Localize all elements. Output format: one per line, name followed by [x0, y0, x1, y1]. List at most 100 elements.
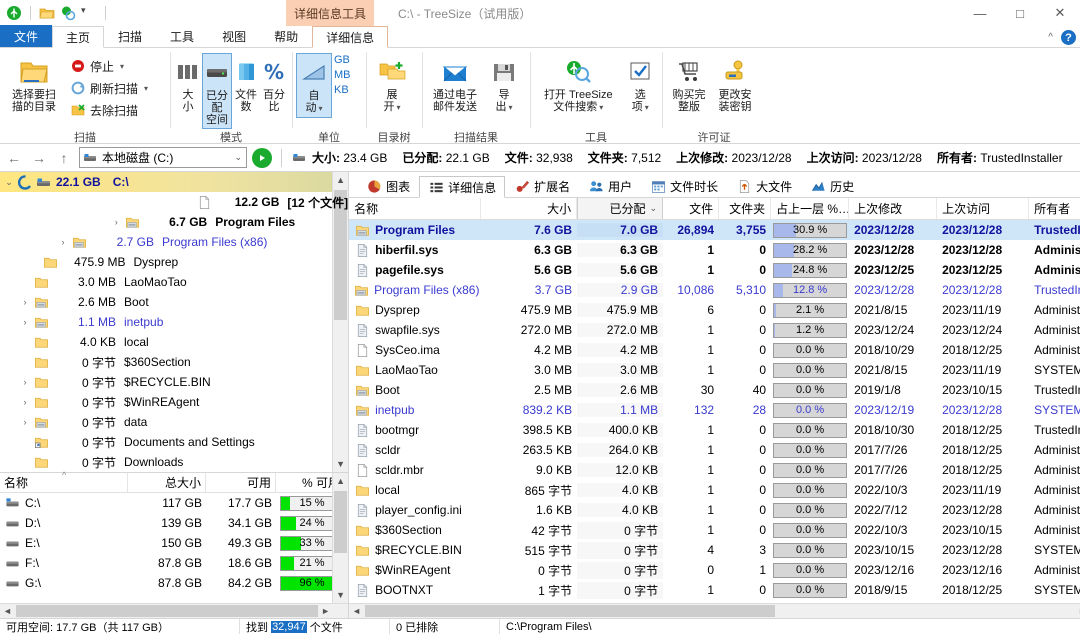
- view-tab-top-files[interactable]: 大文件: [727, 175, 801, 197]
- table-row[interactable]: Program Files 7.6 GB 7.0 GB 26,894 3,755…: [349, 220, 1080, 240]
- ribbon-tab-file[interactable]: 文件: [0, 25, 53, 47]
- grid-col-header[interactable]: 文件夹: [719, 198, 772, 219]
- ribbon-tab-scan[interactable]: 扫描: [104, 25, 156, 47]
- ribbon-tab-home[interactable]: 主页: [52, 26, 105, 48]
- drive-hscroll-thumb[interactable]: [16, 605, 319, 617]
- mode-allocated-space-button[interactable]: 已分配 空间: [202, 53, 232, 129]
- tree-row[interactable]: 0 字节 Downloads: [0, 452, 348, 472]
- collapse-ribbon-icon[interactable]: ^: [1048, 32, 1053, 43]
- table-row[interactable]: bootmgr 398.5 KB 400.0 KB 1 0 0.0 % 2018…: [349, 420, 1080, 440]
- table-row[interactable]: Boot 2.5 MB 2.6 MB 30 40 0.0 % 2019/1/8 …: [349, 380, 1080, 400]
- tree-expander[interactable]: ›: [56, 237, 70, 247]
- ribbon-tab-help[interactable]: 帮助: [260, 25, 312, 47]
- details-grid-body[interactable]: Program Files 7.6 GB 7.0 GB 26,894 3,755…: [349, 220, 1080, 603]
- chevron-down-icon-3[interactable]: ▾: [318, 104, 322, 113]
- stop-button[interactable]: 停止 ▾: [66, 55, 152, 77]
- path-combobox[interactable]: 本地磁盘 (C:) ⌄: [79, 147, 247, 168]
- tree-row[interactable]: 0 字节 $360Section: [0, 352, 348, 372]
- expand-tree-button[interactable]: 展 开 ▾: [370, 53, 414, 116]
- drive-scroll-up-arrow[interactable]: ▲: [333, 473, 348, 489]
- ribbon-tab-view[interactable]: 视图: [208, 25, 260, 47]
- drive-vertical-scrollbar[interactable]: ▲ ▼: [332, 473, 349, 603]
- start-scan-button[interactable]: [252, 147, 272, 168]
- grid-col-header[interactable]: 文件: [663, 198, 720, 219]
- tree-row[interactable]: › 0 字节 $RECYCLE.BIN: [0, 372, 348, 392]
- tree-row[interactable]: › 2.6 MB Boot: [0, 292, 348, 312]
- tree-row[interactable]: 4.0 KB local: [0, 332, 348, 352]
- table-row[interactable]: BOOTNXT 1 字节 0 字节 1 0 0.0 % 2018/9/15 20…: [349, 580, 1080, 600]
- table-row[interactable]: pagefile.sys 5.6 GB 5.6 GB 1 0 24.8 % 20…: [349, 260, 1080, 280]
- chevron-down-icon-path[interactable]: ⌄: [234, 152, 244, 163]
- drive-scroll-thumb[interactable]: [334, 491, 348, 553]
- chevron-down-icon-6[interactable]: ▾: [599, 103, 603, 112]
- tree-row[interactable]: › 0 字节 data: [0, 412, 348, 432]
- table-row[interactable]: $RECYCLE.BIN 515 字节 0 字节 4 3 0.0 % 2023/…: [349, 540, 1080, 560]
- view-tab-calendar[interactable]: 文件时长: [641, 175, 727, 197]
- grid-scroll-left-arrow[interactable]: ◄: [349, 606, 364, 616]
- drive-col-name[interactable]: 名称 ^: [0, 470, 128, 492]
- drive-row[interactable]: G:\ 87.8 GB 84.2 GB 96 %: [0, 573, 348, 593]
- unit-auto-button[interactable]: 自 动 ▾: [296, 53, 332, 118]
- view-tab-details[interactable]: 详细信息: [419, 176, 506, 198]
- customize-qat-icon[interactable]: ▾: [81, 5, 97, 21]
- minimize-button[interactable]: —: [960, 0, 1000, 26]
- grid-hscroll-thumb[interactable]: [365, 605, 776, 617]
- drive-row[interactable]: E:\ 150 GB 49.3 GB 33 %: [0, 533, 348, 553]
- forward-button[interactable]: →: [29, 148, 49, 168]
- open-file-search-button[interactable]: 打开 TreeSize 文件搜索 ▾: [534, 53, 623, 116]
- drive-row[interactable]: F:\ 87.8 GB 18.6 GB 21 %: [0, 553, 348, 573]
- table-row[interactable]: local 865 字节 4.0 KB 1 0 0.0 % 2022/10/3 …: [349, 480, 1080, 500]
- tree-root-expander[interactable]: ⌄: [2, 177, 16, 188]
- send-by-email-button[interactable]: 通过电子 邮件发送: [426, 53, 484, 115]
- grid-scroll-right-arrow[interactable]: ►: [1075, 606, 1080, 616]
- table-row[interactable]: player_config.ini 1.6 KB 4.0 KB 1 0 0.0 …: [349, 500, 1080, 520]
- up-button[interactable]: ↑: [54, 148, 74, 168]
- tree-row[interactable]: › 6.7 GB Program Files: [0, 212, 348, 232]
- select-directory-button[interactable]: 选择要扫 描的目录: [4, 53, 64, 115]
- table-row[interactable]: swapfile.sys 272.0 MB 272.0 MB 1 0 1.2 %…: [349, 320, 1080, 340]
- unit-gb-option[interactable]: GB: [334, 53, 351, 67]
- open-folder-icon[interactable]: [39, 5, 55, 21]
- ribbon-tab-details[interactable]: 详细信息: [312, 26, 389, 48]
- tree-expander[interactable]: ›: [18, 317, 32, 327]
- tree-expander[interactable]: ›: [18, 397, 32, 407]
- ribbon-tab-tools[interactable]: 工具: [156, 25, 208, 47]
- tree-row[interactable]: 475.9 MB Dysprep: [0, 252, 348, 272]
- table-row[interactable]: Dysprep 475.9 MB 475.9 MB 6 0 2.1 % 2021…: [349, 300, 1080, 320]
- table-row[interactable]: inetpub 839.2 KB 1.1 MB 132 28 0.0 % 202…: [349, 400, 1080, 420]
- drive-row[interactable]: C:\ 117 GB 17.7 GB 15 %: [0, 493, 348, 513]
- table-row[interactable]: scldr 263.5 KB 264.0 KB 1 0 0.0 % 2017/7…: [349, 440, 1080, 460]
- treesize-logo-icon[interactable]: [6, 5, 22, 21]
- table-row[interactable]: SysCeo.ima 4.2 MB 4.2 MB 1 0 0.0 % 2018/…: [349, 340, 1080, 360]
- tree-expander[interactable]: ›: [18, 297, 32, 307]
- refresh-scan-button[interactable]: 刷新扫描 ▾: [66, 77, 152, 99]
- grid-col-header[interactable]: 所有者: [1029, 198, 1080, 219]
- tree-expander[interactable]: ›: [109, 217, 123, 227]
- mode-size-button[interactable]: 大 小: [174, 53, 202, 115]
- table-row[interactable]: hiberfil.sys 6.3 GB 6.3 GB 1 0 28.2 % 20…: [349, 240, 1080, 260]
- grid-col-header[interactable]: 名称: [349, 198, 482, 219]
- help-icon[interactable]: ?: [1061, 30, 1076, 45]
- chevron-down-icon[interactable]: ▾: [120, 62, 124, 71]
- tree-row[interactable]: 3.0 MB LaoMaoTao: [0, 272, 348, 292]
- tree-scroll-up-arrow[interactable]: ▲: [333, 172, 348, 188]
- table-row[interactable]: Program Files (x86) 3.7 GB 2.9 GB 10,086…: [349, 280, 1080, 300]
- view-tab-pie-chart[interactable]: 图表: [357, 175, 419, 197]
- tree-row[interactable]: 0 字节 Documents and Settings: [0, 432, 348, 452]
- grid-col-header[interactable]: 大小: [481, 198, 578, 219]
- back-button[interactable]: ←: [4, 148, 24, 168]
- export-button[interactable]: 导 出 ▾: [484, 53, 524, 116]
- chevron-down-icon-5[interactable]: ▾: [508, 103, 512, 112]
- table-row[interactable]: scldr.mbr 9.0 KB 12.0 KB 1 0 0.0 % 2017/…: [349, 460, 1080, 480]
- unit-mb-option[interactable]: MB: [334, 68, 351, 82]
- maximize-button[interactable]: □: [1000, 0, 1040, 26]
- drive-scroll-down-arrow[interactable]: ▼: [333, 587, 348, 603]
- chevron-down-icon-7[interactable]: ▾: [645, 103, 649, 112]
- change-license-key-button[interactable]: 更改安 装密钥: [712, 53, 758, 115]
- view-tab-history[interactable]: 历史: [801, 175, 863, 197]
- chevron-down-icon-2[interactable]: ▾: [144, 84, 148, 93]
- view-tab-extensions[interactable]: 扩展名: [505, 175, 579, 197]
- grid-col-header[interactable]: 上次修改: [849, 198, 938, 219]
- unit-kb-option[interactable]: KB: [334, 83, 351, 97]
- grid-col-header[interactable]: 上次访问: [937, 198, 1030, 219]
